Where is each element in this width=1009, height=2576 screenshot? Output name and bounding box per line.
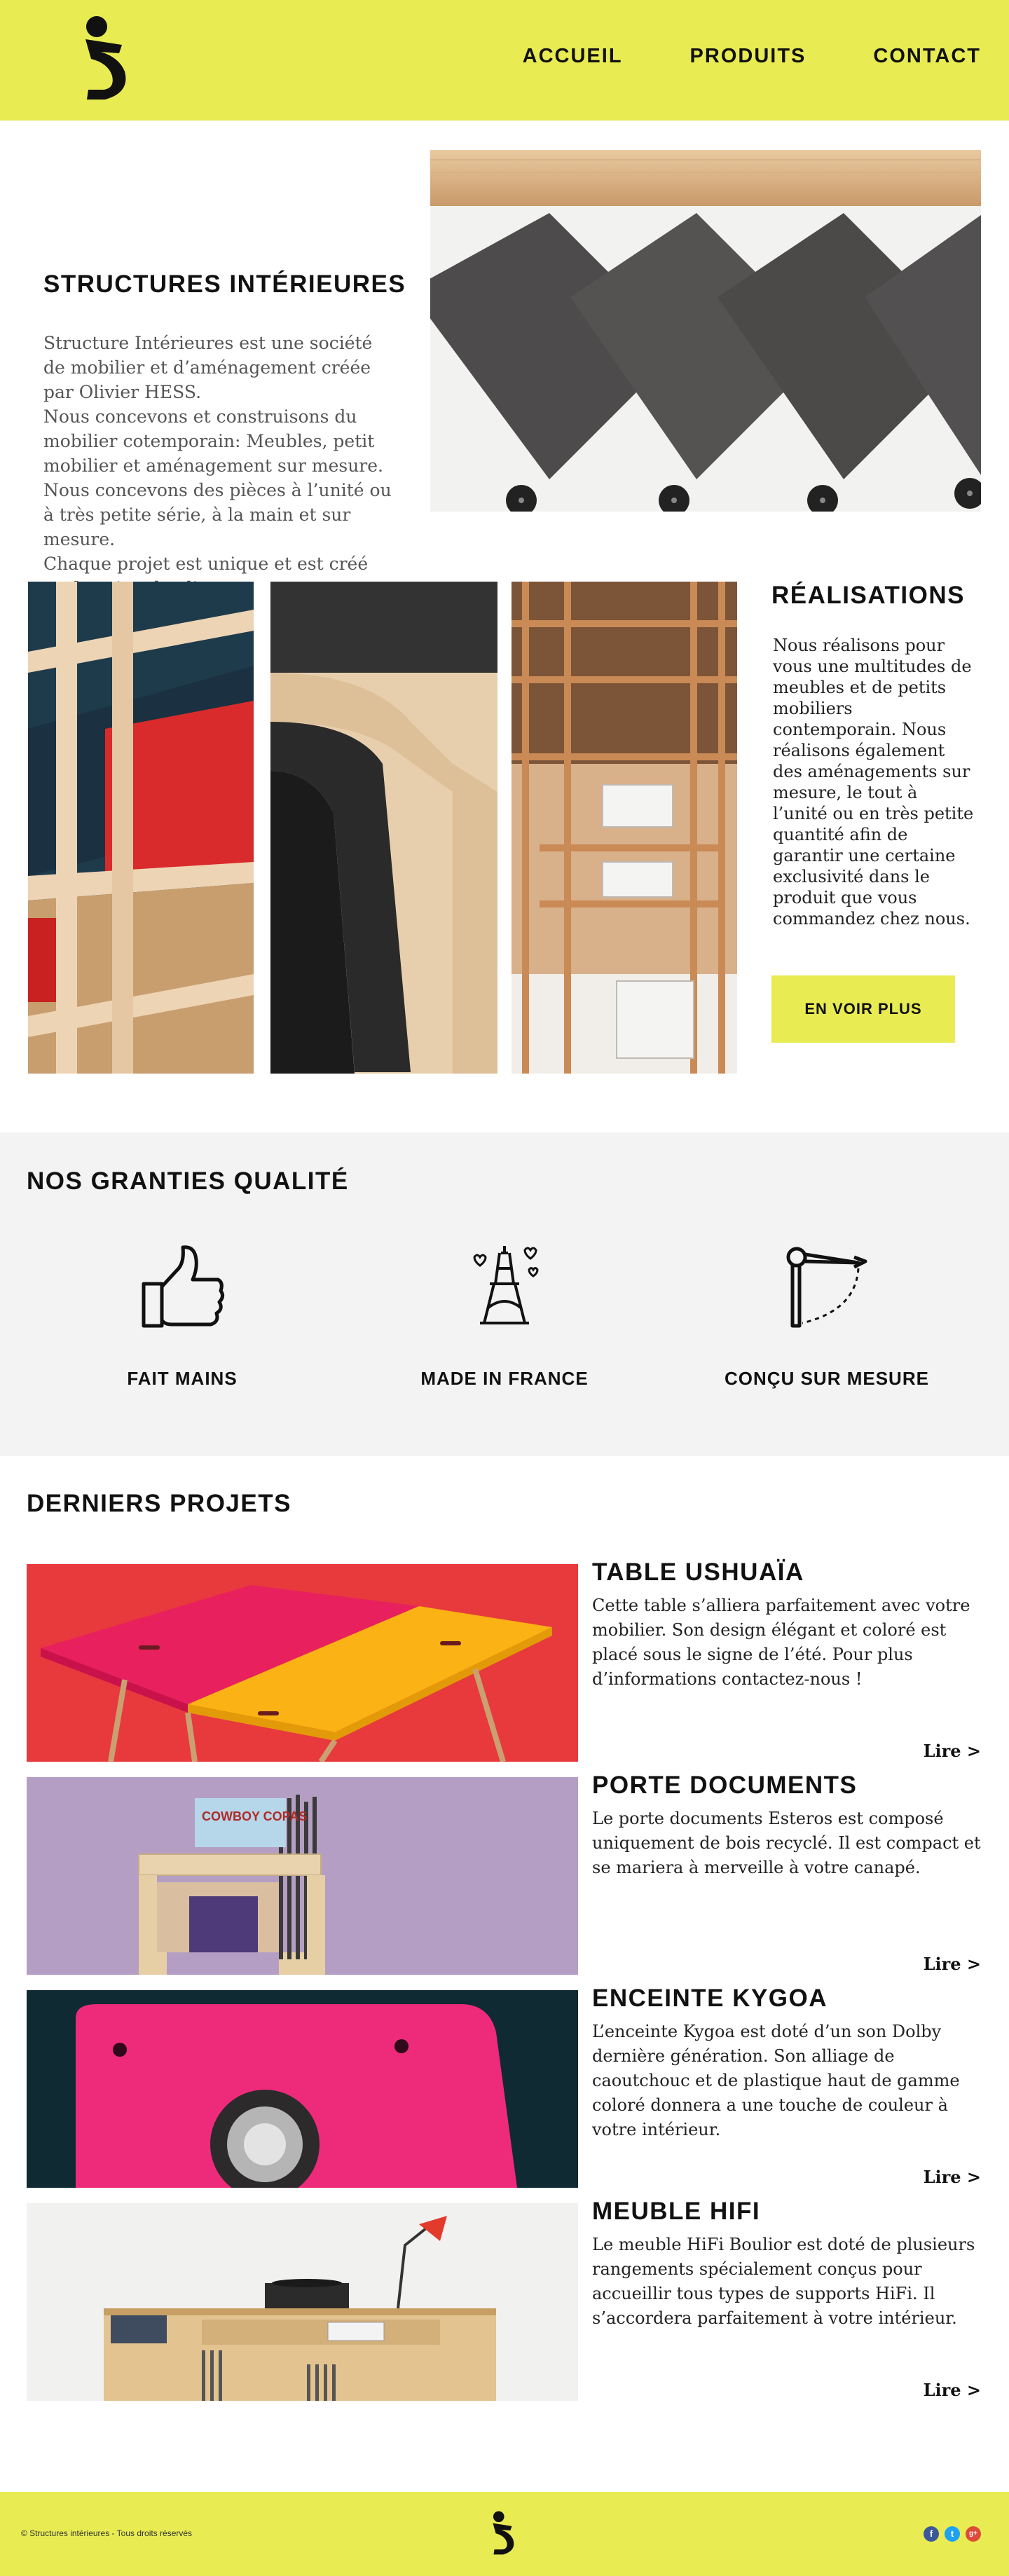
google-plus-icon[interactable]: g+ [966,2526,981,2542]
logo-icon[interactable] [70,13,140,107]
garanties-section: NOS GRANTIES QUALITÉ FAIT MAINS MADE IN … [0,1132,1009,1456]
read-more-link[interactable]: Lire > [924,2167,981,2187]
project-card: MEUBLE HIFI Le meuble HiFi Boulior est d… [27,2198,981,2401]
project-card: ENCEINTE KYGOA L’enceinte Kygoa est doté… [27,1985,981,2188]
see-more-button[interactable]: EN VOIR PLUS [771,975,955,1043]
realisations-section: RÉALISATIONS Nous réalisons pour vous un… [0,582,1009,1074]
projets-title: DERNIERS PROJETS [27,1490,291,1517]
garantie-item: CONÇU SUR MESURE [701,1240,953,1390]
realisation-photo-corner [270,582,497,1074]
main-nav: ACCUEIL PRODUITS CONTACT [523,45,981,68]
intro-paragraph: Nous concevons des pièces à l’unité ou à… [43,480,392,549]
read-more-link[interactable]: Lire > [924,1741,981,1761]
intro-text: Structure Intérieures est une société de… [43,331,394,601]
project-text: Le meuble HiFi Boulior est doté de plusi… [592,2235,975,2328]
thumbs-up-icon [142,1245,225,1328]
realisation-photo-shelves [28,582,254,1074]
eiffel-tower-icon [473,1246,539,1324]
intro-paragraph: Structure Intérieures est une société de… [43,333,373,402]
project-card: TABLE USHUAÏA Cette table s’alliera parf… [27,1558,981,1762]
project-image-enceinte[interactable] [27,1990,578,2188]
nav-accueil[interactable]: ACCUEIL [523,45,623,68]
garantie-item: FAIT MAINS [56,1240,308,1390]
read-more-link[interactable]: Lire > [924,1954,981,1974]
project-image-porte-documents[interactable]: COWBOY COPAS [27,1777,578,1975]
project-image-table[interactable] [27,1564,578,1762]
project-title: PORTE DOCUMENTS [592,1772,858,1799]
project-title: TABLE USHUAÏA [592,1558,804,1586]
intro-title: STRUCTURES INTÉRIEURES [43,270,406,298]
record-sleeve-label: COWBOY COPAS [202,1809,307,1823]
realisation-photo-staircase [512,582,737,1074]
garantie-label: FAIT MAINS [127,1368,238,1389]
intro-paragraph: Nous concevons et construisons du mobili… [43,406,383,476]
garantie-item: MADE IN FRANCE [378,1240,631,1390]
project-card: COWBOY COPAS PORTE DOCUMENTS Le porte do… [27,1772,981,1975]
realisations-title: RÉALISATIONS [771,582,965,609]
project-text: Le porte documents Esteros est composé u… [592,1809,981,1877]
nav-produits[interactable]: PRODUITS [690,45,806,68]
compass-icon [786,1247,867,1328]
facebook-icon[interactable]: f [924,2526,939,2542]
project-image-meuble-hifi[interactable] [27,2203,578,2401]
project-title: ENCEINTE KYGOA [592,1985,828,2012]
garantie-label: CONÇU SUR MESURE [725,1368,929,1389]
twitter-icon[interactable]: t [945,2526,960,2542]
site-header: ACCUEIL PRODUITS CONTACT [0,0,1009,121]
garantie-label: MADE IN FRANCE [420,1368,589,1389]
footer-logo-icon[interactable] [485,2507,521,2561]
nav-contact[interactable]: CONTACT [873,45,981,68]
copyright-text: © Structures intérieures - Tous droits r… [21,2528,193,2538]
project-text: L’enceinte Kygoa est doté d’un son Dolby… [592,2022,960,2139]
realisations-description: Nous réalisons pour vous une multitudes … [773,636,974,929]
garanties-title: NOS GRANTIES QUALITÉ [27,1167,349,1195]
read-more-link[interactable]: Lire > [924,2380,981,2400]
social-links: f t g+ [924,2526,981,2542]
project-text: Cette table s’alliera parfaitement avec … [592,1596,970,1689]
intro-photo [430,150,981,512]
project-title: MEUBLE HIFI [592,2198,761,2225]
site-footer: © Structures intérieures - Tous droits r… [0,2492,1009,2576]
